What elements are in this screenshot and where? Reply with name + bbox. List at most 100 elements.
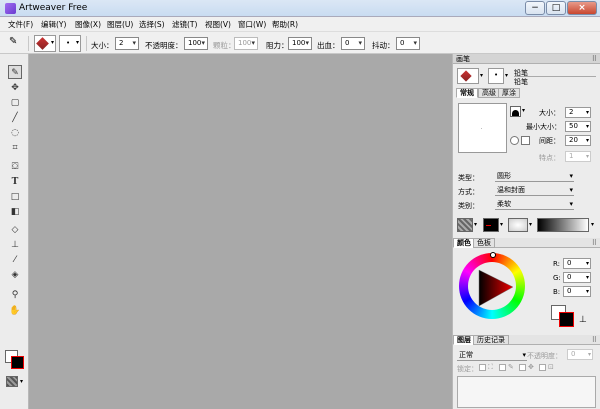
menu-image[interactable]: 图像(X): [75, 19, 101, 30]
eyedropper-icon[interactable]: ⊥: [579, 315, 587, 325]
points-label: 特点：: [539, 154, 560, 162]
tab-layers[interactable]: 图层: [453, 335, 475, 345]
tab-general[interactable]: 常规: [456, 88, 478, 98]
lock-all-icon: ⊡: [548, 363, 554, 371]
b-label: B:: [553, 288, 561, 296]
brush-category-button[interactable]: [457, 68, 479, 84]
brush-tip-button[interactable]: • ▾: [59, 35, 81, 52]
eraser-tool-icon[interactable]: ◇: [8, 223, 22, 237]
menu-help[interactable]: 帮助(R): [272, 19, 298, 30]
pattern-button[interactable]: [483, 218, 499, 232]
min-size-input[interactable]: 50: [565, 121, 591, 132]
menu-select[interactable]: 选择(S): [139, 19, 165, 30]
brush-shape-button[interactable]: [510, 106, 521, 117]
menu-file[interactable]: 文件(F): [8, 19, 33, 30]
menu-window[interactable]: 窗口(W): [238, 19, 266, 30]
hardness-input[interactable]: 100: [234, 37, 258, 50]
pencil-icon: ✎: [9, 36, 18, 47]
type-label: 类型：: [458, 174, 479, 182]
lasso-tool-icon[interactable]: ◌: [8, 126, 22, 140]
color-triangle[interactable]: [471, 266, 515, 308]
panel-grip-icon[interactable]: ⠿: [592, 54, 597, 64]
grain-button[interactable]: [508, 218, 528, 232]
tab-advanced[interactable]: 高级: [478, 88, 500, 98]
tools-panel: ✎ ✥ ▢ ╱ ◌ ⌗ ⛋ T □ ◧ ◇ ⊥ ⁄ ◈ ⚲ ✋ ▾: [0, 54, 29, 409]
stamp-tool-icon[interactable]: ⛋: [8, 160, 22, 174]
tab-history[interactable]: 历史记录: [473, 335, 509, 345]
eyedropper-tool-icon[interactable]: ⁄: [8, 253, 22, 267]
maximize-button[interactable]: □: [546, 1, 566, 15]
brush-size-input[interactable]: 2: [565, 107, 591, 118]
menu-edit[interactable]: 编辑(Y): [41, 19, 66, 30]
menu-layer[interactable]: 图层(U): [107, 19, 133, 30]
lock-position-checkbox[interactable]: [519, 364, 526, 371]
jitter-label: 抖动：: [372, 41, 395, 50]
spacing-input[interactable]: 20: [565, 135, 591, 146]
hardness-label: 颗粒：: [213, 41, 236, 50]
menu-view[interactable]: 视图(V): [205, 19, 231, 30]
primary-color-swatch[interactable]: [559, 312, 574, 327]
menu-filter[interactable]: 滤镜(T): [172, 19, 197, 30]
gradient-button[interactable]: [537, 218, 589, 232]
resist-label: 阻力：: [266, 41, 289, 50]
gradient-tool-icon[interactable]: ◧: [8, 205, 22, 219]
brush-preset-button[interactable]: ▾: [34, 35, 56, 52]
minimize-button[interactable]: −: [525, 1, 545, 15]
shape-tool-icon[interactable]: □: [8, 190, 22, 204]
text-tool-icon[interactable]: T: [8, 175, 22, 189]
opacity-input[interactable]: 100: [184, 37, 208, 50]
texture-swatch[interactable]: [6, 376, 18, 387]
opacity-label: 不透明度：: [145, 41, 183, 50]
lock-all-checkbox[interactable]: [539, 364, 546, 371]
fill-tool-icon[interactable]: ◈: [8, 268, 22, 282]
blend-mode-select[interactable]: 正常: [457, 350, 527, 361]
brush-tool-icon[interactable]: ╱: [8, 111, 22, 125]
pencil-tool-icon[interactable]: ✎: [8, 65, 22, 79]
spacing-checkbox[interactable]: [521, 136, 530, 145]
rotation-dial-icon[interactable]: [510, 136, 519, 145]
zoom-tool-icon[interactable]: ⚲: [8, 288, 22, 302]
layer-opacity-input[interactable]: 0: [567, 349, 593, 360]
close-button[interactable]: ×: [567, 1, 597, 15]
brush-variant-button[interactable]: •: [488, 68, 504, 84]
right-panel: 画笔 ⠿ ▾ • ▾ 铅笔 铅笔 常规 高级 厚涂 · ▾ 大小： 2 最小大小…: [452, 54, 600, 409]
method-select[interactable]: 温和封面: [495, 185, 574, 196]
resist-input[interactable]: 100: [288, 37, 312, 50]
hue-handle[interactable]: [490, 252, 496, 258]
points-input[interactable]: 1: [565, 151, 591, 162]
color-panel-grip-icon[interactable]: ⠿: [592, 238, 597, 248]
b-input[interactable]: 0: [563, 286, 591, 297]
size-input[interactable]: 2: [115, 37, 139, 50]
app-icon: [5, 3, 16, 14]
color-panel-header: 颜色 色板 ⠿: [453, 238, 600, 248]
brush-size-label: 大小：: [539, 109, 560, 117]
layers-list[interactable]: [457, 376, 596, 408]
color-wheel[interactable]: [459, 252, 525, 319]
jitter-input[interactable]: 0: [396, 37, 420, 50]
move-tool-icon[interactable]: ✥: [8, 81, 22, 95]
hand-tool-icon[interactable]: ✋: [8, 304, 22, 318]
lock-pixels-checkbox[interactable]: [499, 364, 506, 371]
clone-tool-icon[interactable]: ⊥: [8, 238, 22, 252]
window-title: Artweaver Free: [19, 3, 88, 13]
bleed-input[interactable]: 0: [341, 37, 365, 50]
texture-button[interactable]: [457, 218, 473, 232]
layers-panel-grip-icon[interactable]: ⠿: [592, 335, 597, 345]
brush-preset-icon: [36, 37, 49, 50]
brush-panel-header: 画笔 ⠿: [453, 54, 600, 64]
category-select[interactable]: 柔软: [495, 199, 574, 210]
g-input[interactable]: 0: [563, 272, 591, 283]
tab-color[interactable]: 颜色: [453, 238, 475, 248]
canvas-area[interactable]: [29, 54, 452, 409]
foreground-color-swatch[interactable]: [11, 356, 24, 369]
layer-opacity-label: 不透明度：: [527, 352, 562, 360]
g-label: G:: [553, 274, 561, 282]
r-input[interactable]: 0: [563, 258, 591, 269]
crop-tool-icon[interactable]: ⌗: [8, 141, 22, 155]
type-select[interactable]: 圆形: [495, 171, 574, 182]
lock-transparency-checkbox[interactable]: [479, 364, 486, 371]
tab-impasto[interactable]: 厚涂: [498, 88, 520, 98]
rect-select-tool-icon[interactable]: ▢: [8, 96, 22, 110]
brush-category-icon: [460, 70, 472, 82]
tab-swatches[interactable]: 色板: [473, 238, 495, 248]
